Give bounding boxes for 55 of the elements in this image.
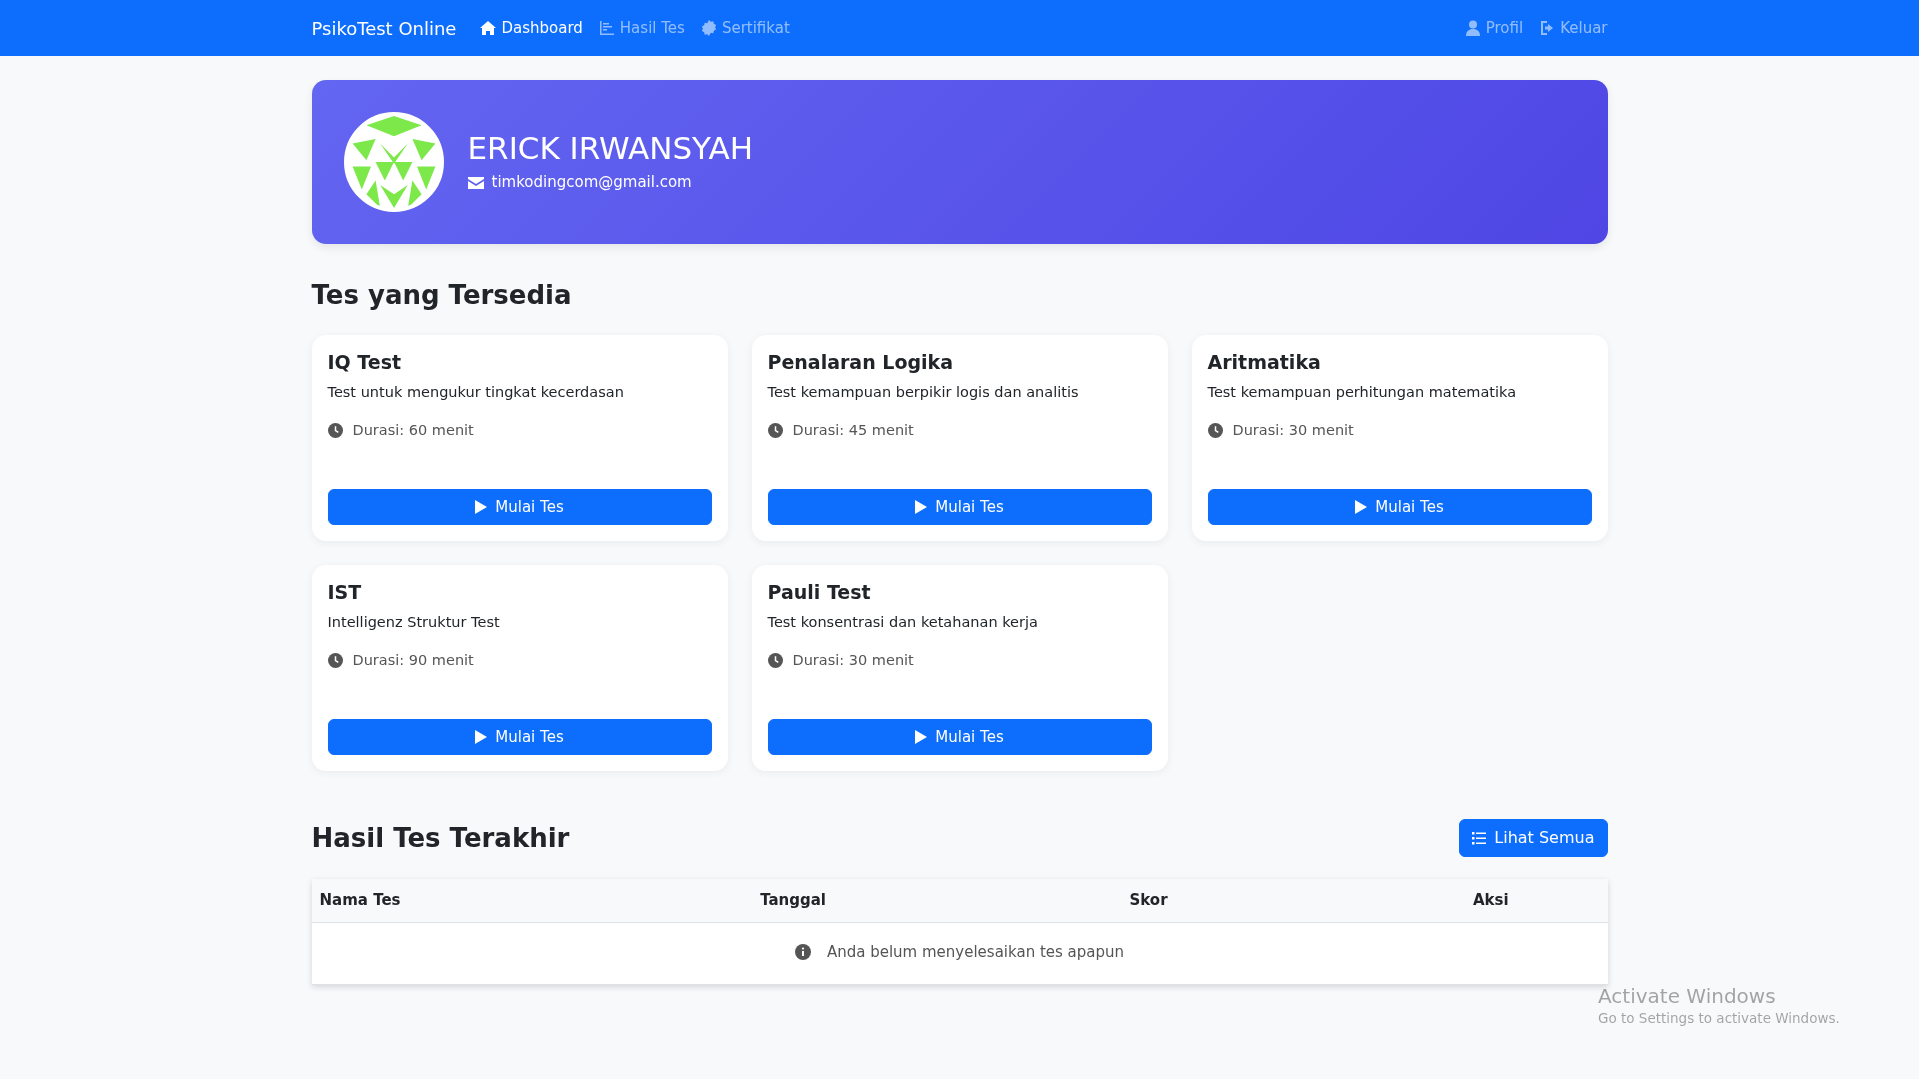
user-email: timkodingcom@gmail.com: [491, 172, 692, 194]
nav-link[interactable]: Keluar: [1539, 12, 1608, 44]
start-test-button[interactable]: Mulai Tes: [327, 718, 712, 756]
test-title: IQ Test: [327, 351, 403, 374]
clock-icon: [767, 653, 783, 669]
test-title: Pauli Test: [767, 581, 872, 604]
empty-message: Anda belum menyelesaikan tes apapun: [826, 941, 1125, 963]
play-icon: [475, 729, 488, 744]
home-icon: [480, 20, 497, 36]
column-header: Tanggal: [752, 879, 1122, 923]
test-duration: Durasi: 30 menit: [792, 650, 914, 670]
test-duration: Durasi: 60 menit: [352, 420, 474, 440]
column-header: Nama Tes: [311, 879, 753, 923]
play-icon: [915, 499, 928, 514]
user-icon: [1464, 20, 1481, 36]
test-description: Test konsentrasi dan ketahanan kerja: [767, 613, 1039, 632]
test-title: Penalaran Logika: [767, 351, 955, 374]
play-icon: [475, 499, 488, 514]
nav-link[interactable]: Profil: [1464, 12, 1524, 44]
test-description: Test untuk mengukur tingkat kecerdasan: [327, 383, 625, 402]
clock-icon: [327, 653, 343, 669]
badge-icon: [700, 20, 717, 36]
clock-icon: [1207, 423, 1223, 439]
test-duration: Durasi: 90 menit: [352, 650, 474, 670]
test-title: IST: [327, 581, 363, 604]
info-icon: [794, 943, 811, 960]
clock-icon: [767, 423, 783, 439]
watermark-subtitle: Go to Settings to activate Windows.: [1598, 1009, 1840, 1028]
clock-icon: [327, 423, 343, 439]
brand-link[interactable]: PsikoTest Online: [311, 14, 457, 42]
nav-link[interactable]: Hasil Tes: [598, 12, 685, 44]
section-title: Hasil Tes Terakhir: [311, 822, 570, 854]
test-duration: Durasi: 45 menit: [792, 420, 914, 440]
test-description: Intelligenz Struktur Test: [327, 613, 501, 632]
start-test-button[interactable]: Mulai Tes: [767, 718, 1152, 756]
test-description: Test kemampuan berpikir logis dan analitis: [767, 383, 1080, 402]
view-all-button[interactable]: Lihat Semua: [1459, 819, 1608, 858]
section-title: Tes yang Tersedia: [311, 280, 573, 312]
user-name: ERICK IRWANSYAH: [467, 130, 754, 168]
test-duration: Durasi: 30 menit: [1232, 420, 1354, 440]
play-icon: [915, 729, 928, 744]
column-header: Aksi: [1464, 879, 1608, 923]
play-icon: [1355, 499, 1368, 514]
nav-link[interactable]: Dashboard: [480, 12, 583, 44]
chart-icon: [598, 20, 615, 36]
start-test-button[interactable]: Mulai Tes: [327, 488, 712, 526]
column-header: Skor: [1121, 879, 1465, 923]
start-test-button[interactable]: Mulai Tes: [767, 488, 1152, 526]
test-description: Test kemampuan perhitungan matematika: [1207, 383, 1518, 402]
email-icon: [467, 176, 484, 189]
start-test-button[interactable]: Mulai Tes: [1207, 488, 1592, 526]
test-title: Aritmatika: [1207, 351, 1322, 374]
nav-link[interactable]: Sertifikat: [700, 12, 790, 44]
list-icon: [1472, 831, 1487, 845]
watermark-title: Activate Windows: [1598, 984, 1777, 1008]
